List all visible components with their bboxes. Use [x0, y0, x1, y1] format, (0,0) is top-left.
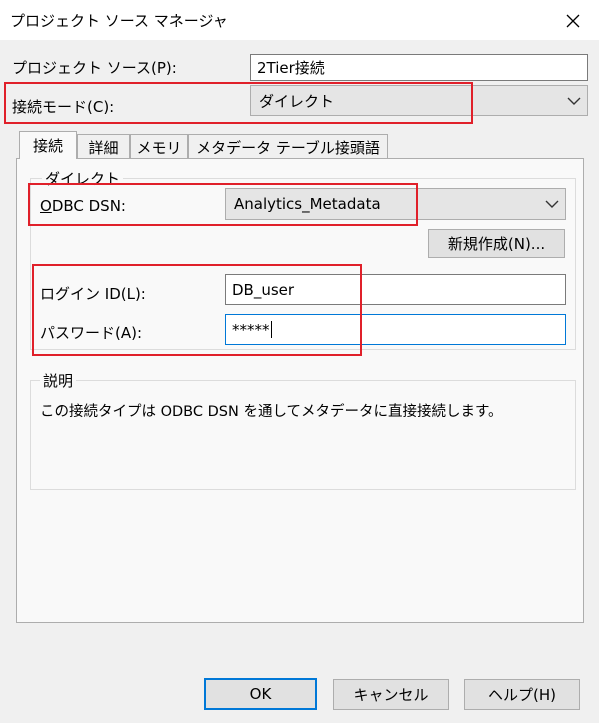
ok-button[interactable]: OK: [204, 678, 317, 710]
tab-memory[interactable]: メモリ: [130, 134, 188, 159]
description-text: この接続タイプは ODBC DSN を通してメタデータに直接接続します。: [40, 404, 503, 420]
chevron-down-icon: [567, 97, 581, 105]
ok-button-label: OK: [249, 685, 272, 703]
tab-connection[interactable]: 接続: [19, 131, 77, 159]
cancel-button[interactable]: キャンセル: [333, 679, 449, 710]
tab-metadata-table-prefix-label: メタデータ テーブル接頭語: [196, 138, 380, 157]
close-button[interactable]: [556, 6, 590, 36]
description-title: 説明: [40, 370, 77, 391]
tab-connection-label: 接続: [32, 137, 63, 155]
title-bar: プロジェクト ソース マネージャ: [0, 0, 599, 40]
help-button[interactable]: ヘルプ(H): [464, 679, 580, 710]
help-button-label: ヘルプ(H): [488, 686, 556, 704]
tab-details[interactable]: 詳細: [77, 134, 130, 159]
description-group-box: [30, 380, 576, 490]
project-source-label: プロジェクト ソース(P):: [12, 59, 177, 77]
tab-details-label: 詳細: [88, 138, 119, 157]
chevron-down-icon: [545, 200, 559, 208]
highlight-credentials: [32, 264, 362, 356]
highlight-connection-mode: [4, 82, 473, 124]
window-title: プロジェクト ソース マネージャ: [10, 12, 228, 30]
project-source-value: 2Tier接続: [257, 59, 325, 77]
tab-memory-label: メモリ: [136, 138, 182, 157]
close-icon: [566, 14, 580, 28]
highlight-odbc-dsn: [28, 183, 418, 226]
new-dsn-button[interactable]: 新規作成(N)...: [428, 229, 565, 258]
new-dsn-button-label: 新規作成(N)...: [447, 235, 546, 253]
cancel-button-label: キャンセル: [353, 686, 429, 704]
project-source-input[interactable]: 2Tier接続: [250, 54, 588, 81]
tab-metadata-table-prefix[interactable]: メタデータ テーブル接頭語: [188, 134, 388, 159]
